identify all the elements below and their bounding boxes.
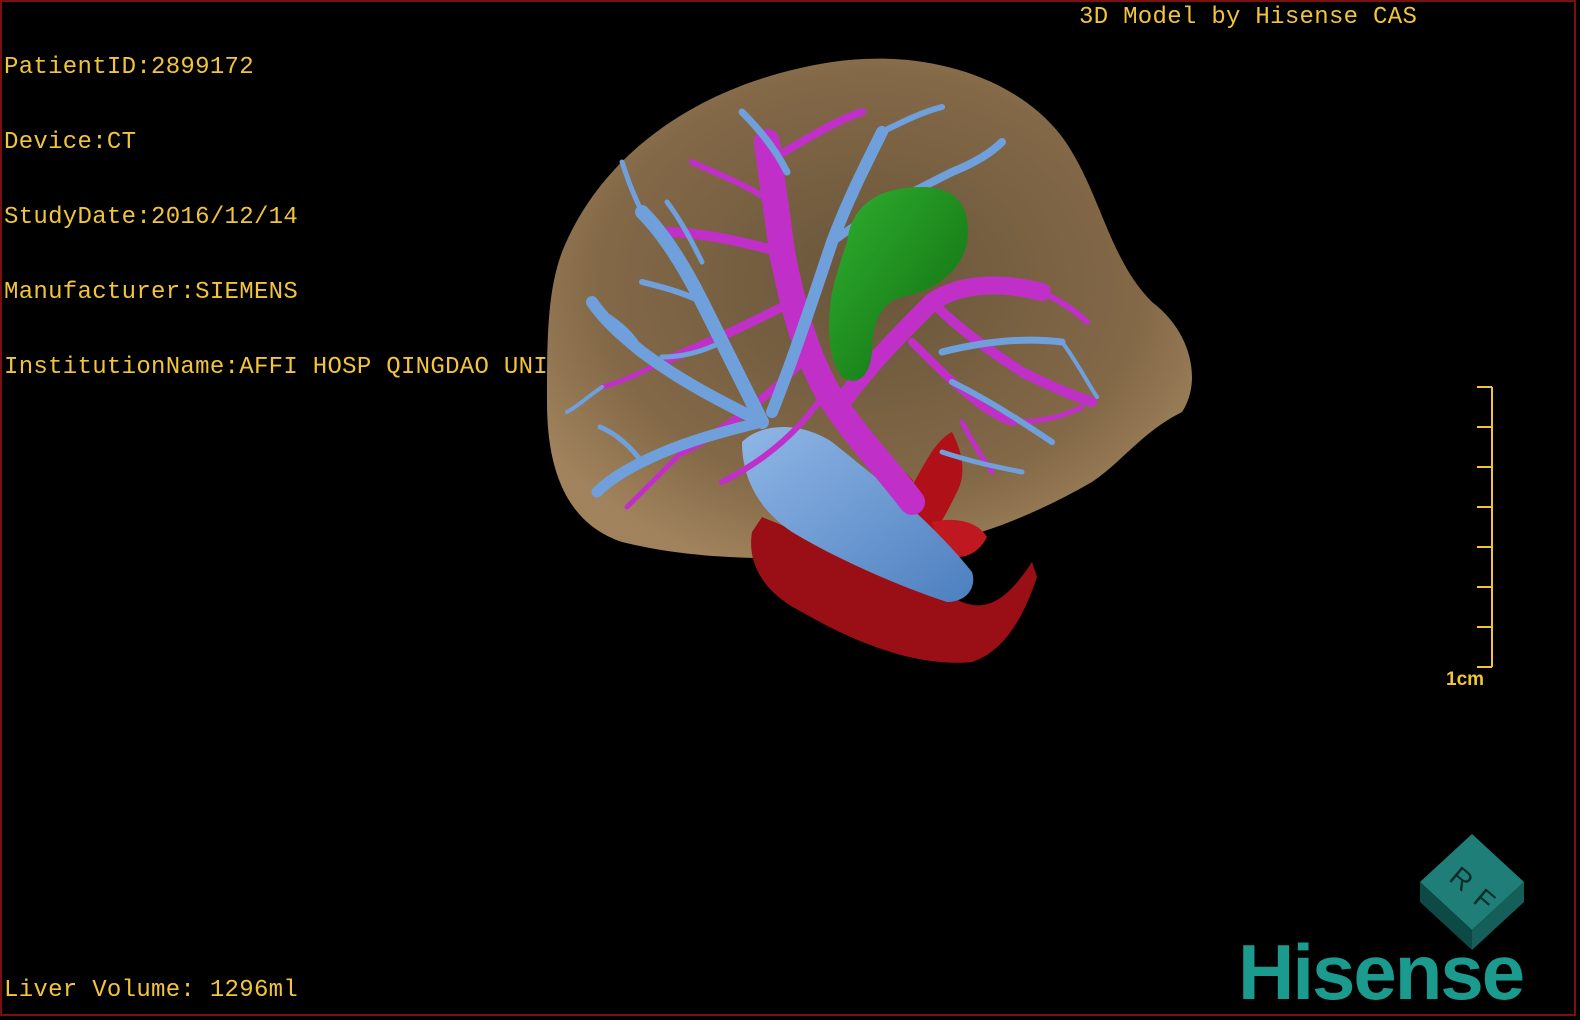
liver-volume-text: Liver Volume: 1296ml xyxy=(4,977,299,1004)
patient-id-text: PatientID:2899172 xyxy=(4,54,254,81)
scale-label: 1cm xyxy=(1446,669,1485,690)
model-credit-text: 3D Model by Hisense CAS xyxy=(1079,4,1418,31)
manufacturer-text: Manufacturer:SIEMENS xyxy=(4,279,299,306)
patient-info-overlay: PatientID:2899172 Device:CT StudyDate:20… xyxy=(4,5,548,430)
3d-viewport[interactable]: PatientID:2899172 Device:CT StudyDate:20… xyxy=(0,0,1576,1016)
study-date-text: StudyDate:2016/12/14 xyxy=(4,204,299,231)
institution-text: InstitutionName:AFFI HOSP QINGDAO UNI xyxy=(4,354,548,381)
scale-bar xyxy=(1477,386,1493,668)
hisense-logo: Hisense xyxy=(1238,928,1525,1016)
device-text: Device:CT xyxy=(4,129,137,156)
